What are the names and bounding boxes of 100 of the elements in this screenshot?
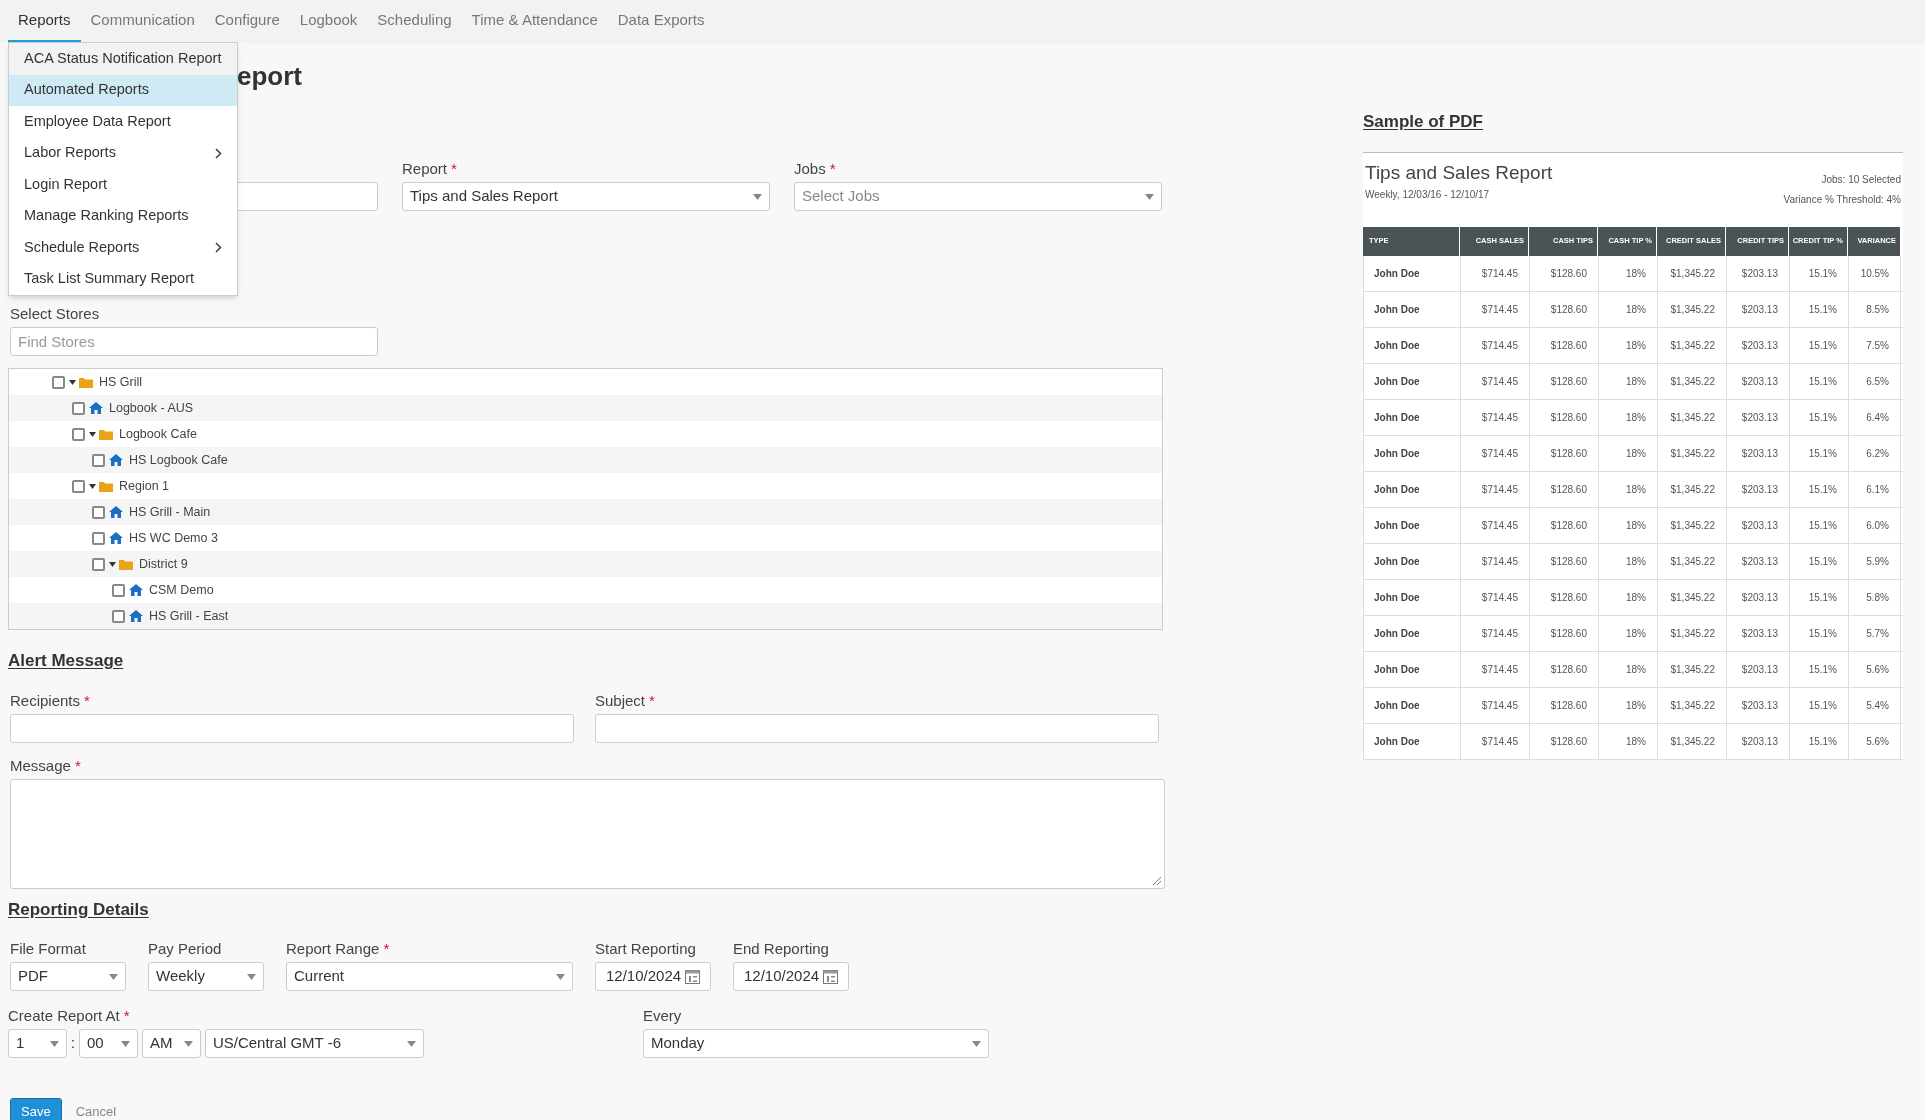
- date-field[interactable]: 12/10/2024: [733, 962, 849, 991]
- menu-item[interactable]: Manage Ranking Reports: [9, 200, 237, 232]
- select-field[interactable]: Weekly: [148, 962, 264, 991]
- tree-item[interactable]: HS Logbook Cafe: [129, 450, 228, 470]
- select-field[interactable]: PDF: [10, 962, 126, 991]
- cancel-button[interactable]: Cancel: [75, 1101, 117, 1120]
- table-cell: $203.13: [1726, 615, 1789, 651]
- checkbox[interactable]: [92, 531, 105, 545]
- nav-tab[interactable]: Data Exports: [607, 0, 715, 43]
- select-field[interactable]: Tips and Sales Report: [402, 182, 770, 211]
- field-label: Start Reporting: [595, 939, 696, 959]
- table-cell: 18%: [1598, 327, 1657, 363]
- menu-item[interactable]: Task List Summary Report: [9, 263, 237, 295]
- table-cell: 8.5%: [1848, 291, 1901, 327]
- select-field[interactable]: US/Central GMT -6: [204, 1029, 424, 1058]
- table-cell: $203.13: [1726, 543, 1789, 579]
- table-cell: $128.60: [1529, 615, 1598, 651]
- table-cell: John Doe: [1363, 651, 1460, 687]
- tree-item[interactable]: HS Grill - Main: [129, 502, 211, 522]
- table-cell: 15.1%: [1789, 471, 1848, 507]
- expand-caret-icon[interactable]: [109, 561, 116, 567]
- table-cell: 18%: [1598, 507, 1657, 543]
- tree-item[interactable]: Logbook Cafe: [119, 424, 197, 444]
- menu-item[interactable]: Login Report: [9, 169, 237, 201]
- select-field[interactable]: 1: [8, 1029, 67, 1058]
- tree-item[interactable]: HS Grill: [99, 372, 143, 392]
- table-cell: John Doe: [1363, 435, 1460, 471]
- nav-tab[interactable]: Communication: [80, 0, 205, 43]
- resize-handle-icon[interactable]: [1152, 875, 1162, 886]
- table-cell: $128.60: [1529, 651, 1598, 687]
- table-cell: $714.45: [1460, 651, 1529, 687]
- expand-caret-icon[interactable]: [89, 431, 96, 437]
- table-cell: $714.45: [1460, 543, 1529, 579]
- text-field[interactable]: [595, 713, 1159, 743]
- menu-item[interactable]: ACA Status Notification Report: [9, 43, 237, 75]
- select-field[interactable]: Monday: [643, 1029, 989, 1058]
- table-cell: 18%: [1598, 255, 1657, 291]
- tree-item[interactable]: HS Grill - East: [149, 606, 229, 626]
- table-cell: 5.8%: [1848, 579, 1901, 615]
- tree-item[interactable]: District 9: [139, 554, 188, 574]
- field-label: File Format: [10, 939, 86, 959]
- tree-item[interactable]: Region 1: [119, 476, 170, 496]
- table-cell: 5.7%: [1848, 615, 1901, 651]
- search-field[interactable]: Find Stores: [10, 327, 378, 356]
- table-cell: $714.45: [1460, 291, 1529, 327]
- table-cell: $203.13: [1726, 291, 1789, 327]
- table-cell: 15.1%: [1789, 543, 1848, 579]
- caret-icon: [972, 1040, 981, 1047]
- table-cell: $128.60: [1529, 723, 1598, 759]
- nav-tab[interactable]: Logbook: [289, 0, 368, 43]
- table-cell: John Doe: [1363, 687, 1460, 723]
- table-cell: John Doe: [1363, 579, 1460, 615]
- field-label: Pay Period: [148, 939, 222, 959]
- menu-item[interactable]: Employee Data Report: [9, 106, 237, 138]
- menu-item[interactable]: Automated Reports: [9, 74, 237, 106]
- table-cell: $128.60: [1529, 327, 1598, 363]
- nav-tab[interactable]: Configure: [204, 0, 290, 43]
- menu-item[interactable]: Labor Reports: [9, 137, 237, 169]
- field-label: Subject: [595, 690, 646, 711]
- checkbox[interactable]: [112, 609, 125, 623]
- section-heading: Reporting Details: [8, 898, 149, 921]
- home-icon: [109, 532, 123, 544]
- expand-caret-icon[interactable]: [89, 483, 96, 489]
- nav-tab[interactable]: Scheduling: [367, 0, 462, 43]
- table-cell: $203.13: [1726, 723, 1789, 759]
- tree-item[interactable]: CSM Demo: [149, 580, 214, 600]
- table-cell: 6.2%: [1848, 435, 1901, 471]
- checkbox[interactable]: [92, 453, 105, 467]
- checkbox[interactable]: [72, 427, 85, 441]
- message-field[interactable]: [10, 778, 1165, 889]
- checkbox[interactable]: [72, 401, 85, 415]
- select-field[interactable]: Current: [286, 962, 573, 991]
- nav-tab[interactable]: Time & Attendance: [461, 0, 608, 43]
- table-cell: John Doe: [1363, 723, 1460, 759]
- table-cell: 18%: [1598, 615, 1657, 651]
- table-cell: 18%: [1598, 291, 1657, 327]
- required-mark: *: [74, 755, 81, 776]
- table-cell: $203.13: [1726, 471, 1789, 507]
- checkbox[interactable]: [72, 479, 85, 493]
- table-cell: 5.6%: [1848, 723, 1901, 759]
- select-field[interactable]: 00: [78, 1029, 138, 1058]
- checkbox[interactable]: [92, 505, 105, 519]
- table-cell: 15.1%: [1789, 399, 1848, 435]
- checkbox[interactable]: [112, 583, 125, 597]
- select-field[interactable]: Select Jobs: [794, 182, 1162, 211]
- table-cell: $1,345.22: [1657, 399, 1726, 435]
- select-field[interactable]: AM: [141, 1029, 201, 1058]
- expand-caret-icon[interactable]: [69, 379, 76, 385]
- caret-icon: [183, 1040, 193, 1047]
- date-field[interactable]: 12/10/2024: [595, 962, 711, 991]
- text-field[interactable]: [10, 713, 574, 743]
- tree-item[interactable]: Logbook - AUS: [109, 398, 194, 418]
- table-cell: $128.60: [1529, 399, 1598, 435]
- menu-item[interactable]: Schedule Reports: [9, 232, 237, 264]
- checkbox[interactable]: [52, 375, 65, 389]
- folder-icon: [79, 376, 93, 388]
- checkbox[interactable]: [92, 557, 105, 571]
- tree-item[interactable]: HS WC Demo 3: [129, 528, 218, 548]
- table-cell: John Doe: [1363, 291, 1460, 327]
- table-cell: $1,345.22: [1657, 471, 1726, 507]
